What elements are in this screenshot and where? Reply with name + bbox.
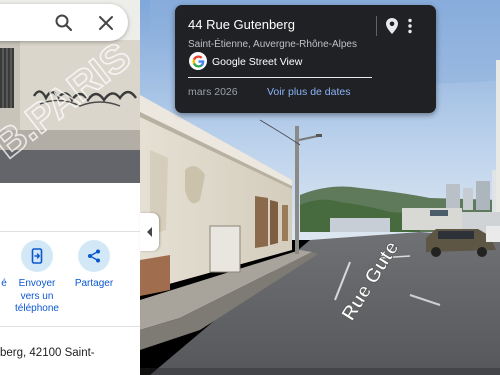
divider (376, 16, 377, 36)
card-title: 44 Rue Gutenberg (188, 17, 295, 32)
collapse-panel-button[interactable] (140, 213, 159, 251)
address-text: berg, 42100 Saint- (0, 347, 95, 359)
send-to-phone-label: Envoyer vers un téléphone (15, 278, 59, 314)
send-to-phone-icon (31, 248, 43, 264)
close-icon (99, 16, 113, 30)
utility-pole (295, 126, 299, 254)
send-to-phone-button[interactable]: Envoyer vers un téléphone (7, 240, 67, 316)
capture-date: mars 2026 (188, 86, 238, 98)
search-button[interactable] (54, 13, 74, 33)
distant-buildings (446, 184, 460, 210)
close-search-button[interactable] (96, 13, 116, 33)
divider (0, 326, 140, 327)
place-side-panel: B.PARIS é Envoyer vers un téléphone Part… (0, 0, 140, 375)
share-icon (88, 249, 100, 263)
share-label: Partager (74, 278, 114, 289)
card-subtitle: Saint-Étienne, Auvergne-Rhône-Alpes (188, 39, 357, 50)
google-logo-icon (189, 52, 207, 70)
more-vert-icon (408, 18, 412, 34)
show-on-map-button[interactable] (384, 17, 400, 35)
location-info-card: 44 Rue Gutenberg Saint-Étienne, Auvergne… (175, 5, 436, 113)
share-button[interactable]: Partager (64, 240, 124, 291)
chevron-left-icon (146, 227, 152, 237)
divider (188, 77, 372, 78)
more-options-button[interactable] (405, 17, 415, 35)
search-icon (55, 14, 73, 32)
imagery-source: Google Street View (212, 56, 303, 68)
divider (0, 231, 140, 232)
location-pin-icon (386, 18, 398, 34)
shuttered-window (255, 196, 268, 248)
search-box[interactable] (0, 4, 128, 41)
see-more-dates-link[interactable]: Voir plus de dates (267, 86, 350, 98)
